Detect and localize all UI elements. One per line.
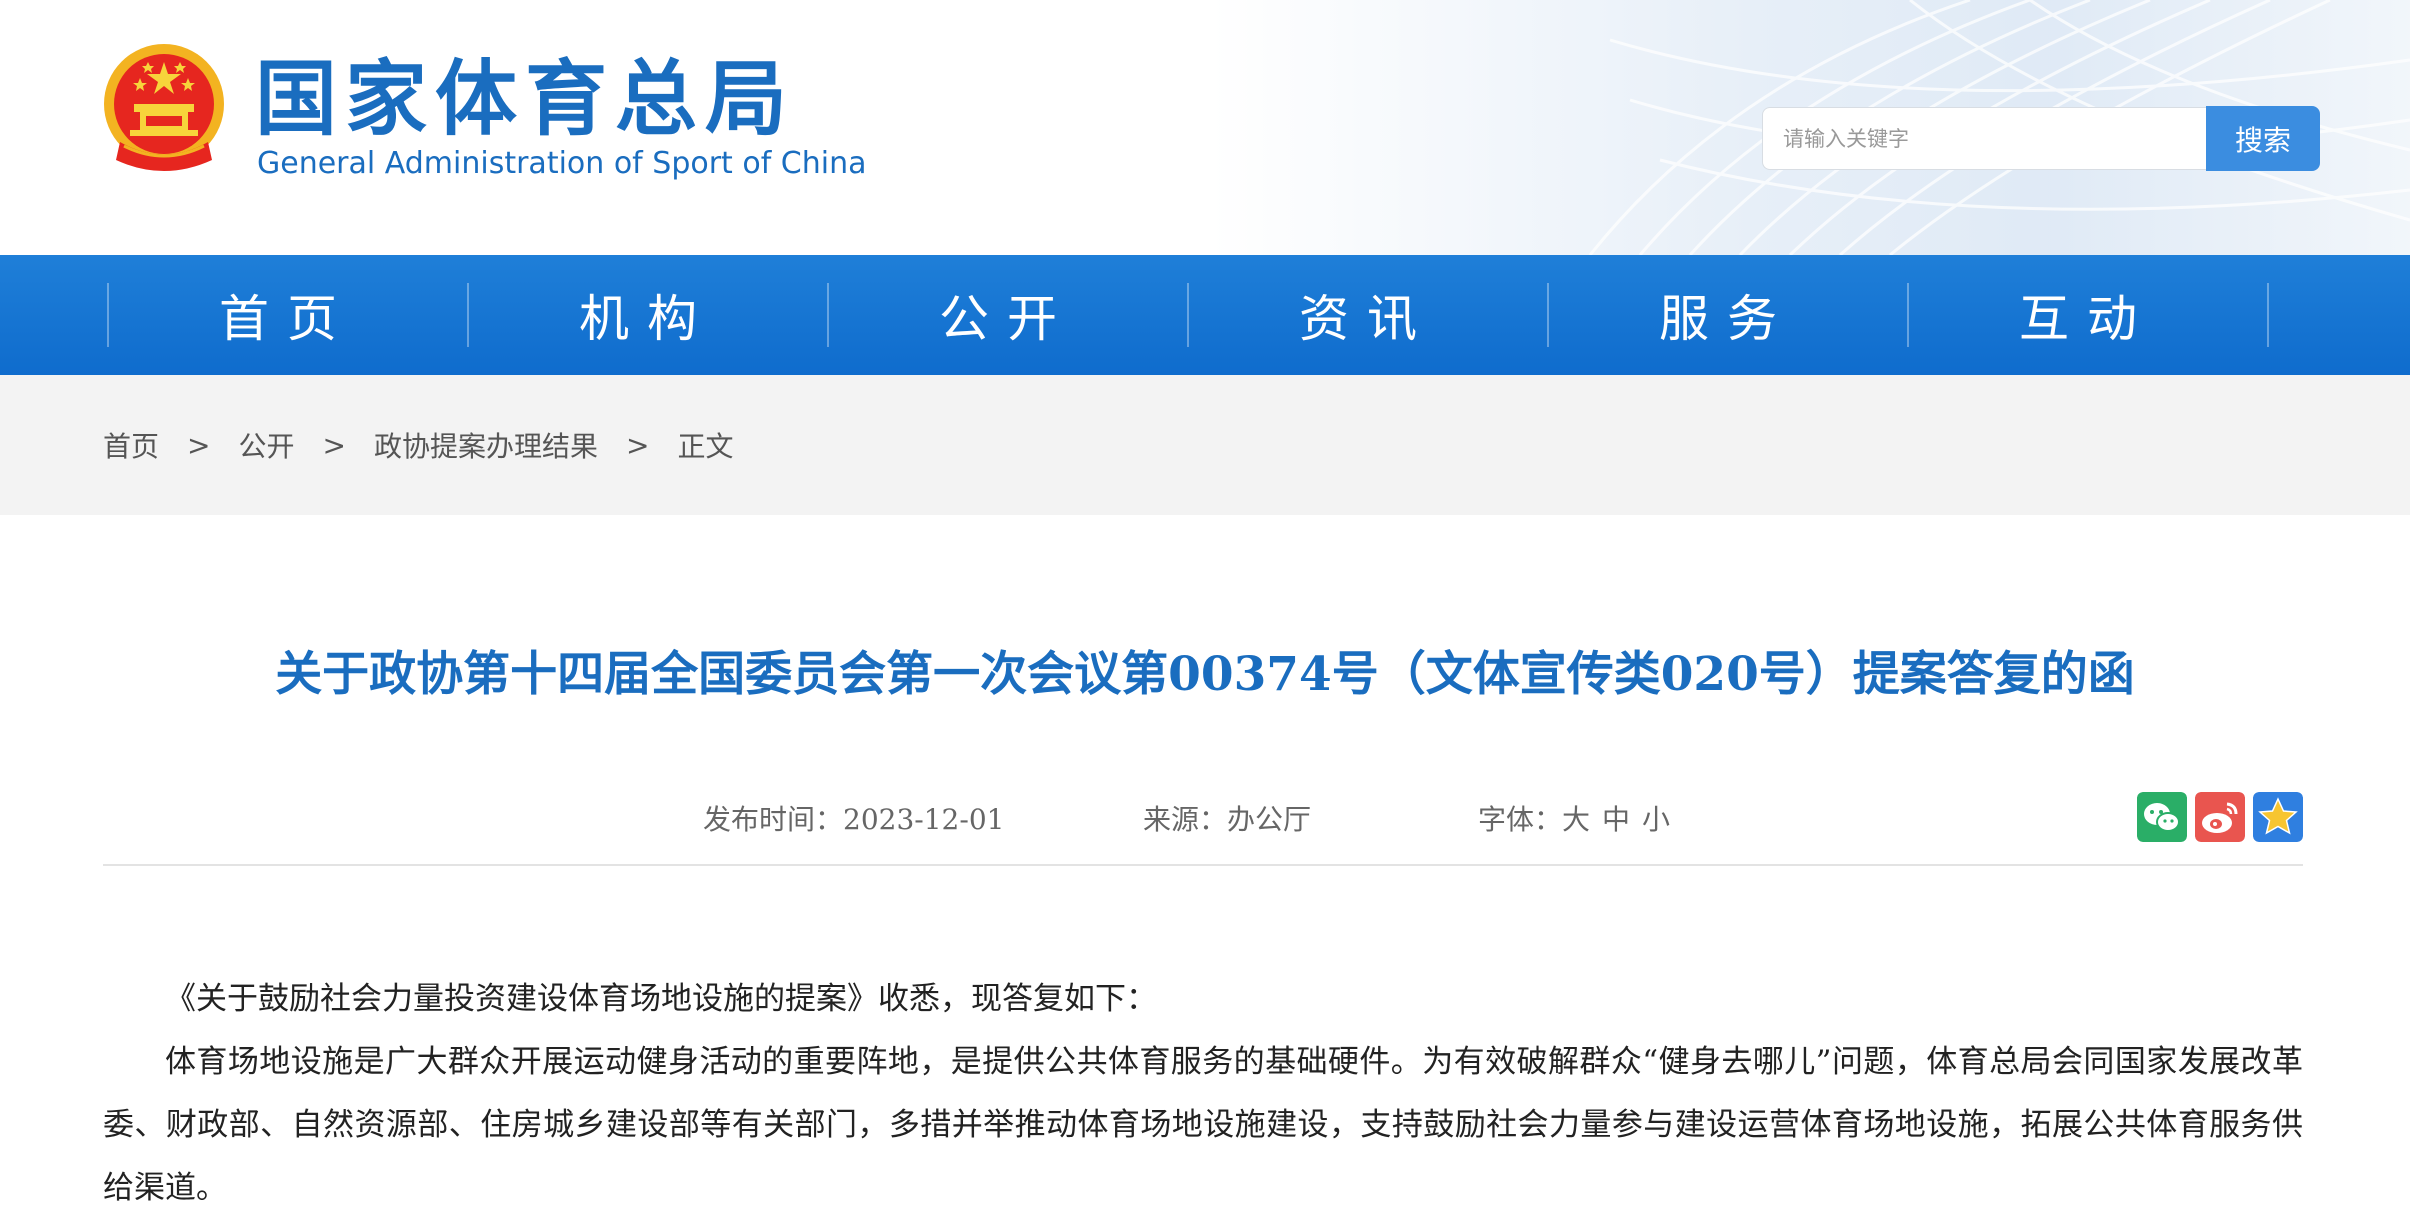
nav-item-label: 服务 xyxy=(1659,290,1795,348)
publish-date-value: 2023-12-01 xyxy=(843,803,1005,836)
nav-item-interaction[interactable]: 互动 xyxy=(1907,255,2267,375)
search-input[interactable] xyxy=(1762,107,2207,170)
weibo-icon[interactable] xyxy=(2195,792,2245,842)
national-emblem-logo[interactable] xyxy=(100,42,228,177)
source-value: 办公厅 xyxy=(1227,803,1312,836)
publish-date-label: 发布时间： xyxy=(703,803,844,836)
article-title: 关于政协第十四届全国委员会第一次会议第00374号（文体宣传类020号）提案答复… xyxy=(275,647,2135,702)
star-icon[interactable] xyxy=(2253,792,2303,842)
breadcrumb-public-link[interactable]: 公开 xyxy=(238,425,294,465)
breadcrumb-separator: > xyxy=(625,428,650,462)
nav-item-label: 首页 xyxy=(219,290,355,348)
nav-item-public[interactable]: 公开 xyxy=(827,255,1187,375)
main-nav: 首页 机构 公开 资讯 服务 互动 xyxy=(0,255,2410,375)
breadcrumb-current: 正文 xyxy=(677,430,734,463)
breadcrumb: 首页 > 公开 > 政协提案办理结果 > 正文 xyxy=(103,375,733,515)
wechat-icon[interactable] xyxy=(2137,792,2187,842)
font-size-label: 字体： xyxy=(1478,803,1563,836)
search-button[interactable]: 搜索 xyxy=(2206,106,2320,171)
nav-item-label: 互动 xyxy=(2019,290,2155,348)
breadcrumb-separator: > xyxy=(187,428,211,462)
nav-item-organization[interactable]: 机构 xyxy=(467,255,827,375)
font-size-small[interactable]: 小 xyxy=(1642,803,1670,836)
article-divider xyxy=(103,864,2303,866)
breadcrumb-proposals-link[interactable]: 政协提案办理结果 xyxy=(374,425,598,465)
breadcrumb-home-link[interactable]: 首页 xyxy=(103,425,159,465)
article-body: 《关于鼓励社会力量投资建设体育场地设施的提案》收悉，现答复如下： 体育场地设施是… xyxy=(103,968,2303,1220)
breadcrumb-separator: > xyxy=(322,428,346,462)
nav-item-services[interactable]: 服务 xyxy=(1547,255,1907,375)
nav-item-home[interactable]: 首页 xyxy=(107,255,467,375)
site-title-en[interactable]: General Administration of Sport of China xyxy=(257,144,867,184)
article-paragraph: 体育场地设施是广大群众开展运动健身活动的重要阵地，是提供公共体育服务的基础硬件。… xyxy=(103,1044,2303,1206)
nav-item-label: 资讯 xyxy=(1299,290,1435,348)
site-title-cn[interactable]: 国家体育总局 xyxy=(255,50,795,150)
publish-date: 发布时间：2023-12-01 xyxy=(703,798,1004,842)
source-label: 来源： xyxy=(1143,803,1228,836)
nav-item-news[interactable]: 资讯 xyxy=(1187,255,1547,375)
article-source: 来源：办公厅 xyxy=(1143,798,1311,842)
breadcrumb-bar: 首页 > 公开 > 政协提案办理结果 > 正文 xyxy=(0,375,2410,515)
font-size-medium[interactable]: 中 xyxy=(1602,803,1630,836)
font-size-control: 字体：大中小 xyxy=(1478,798,1670,842)
font-size-large[interactable]: 大 xyxy=(1562,803,1590,836)
nav-item-label: 机构 xyxy=(579,290,715,348)
nav-separator xyxy=(2267,283,2269,347)
site-header: 国家体育总局 General Administration of Sport o… xyxy=(0,0,2410,255)
nav-item-label: 公开 xyxy=(939,290,1075,348)
article-paragraph: 《关于鼓励社会力量投资建设体育场地设施的提案》收悉，现答复如下： xyxy=(165,981,1157,1017)
